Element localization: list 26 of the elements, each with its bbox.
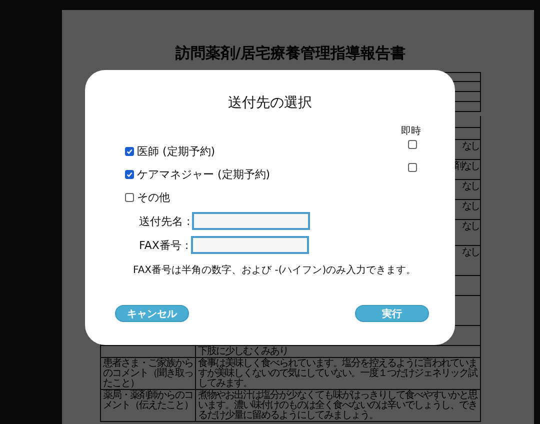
table-cell: なし bbox=[462, 181, 479, 192]
table-cell: 食事は美味しく食べられています。塩分を控えるように言われていますが美味しくないので気にしていない。一度１つだけジェネリック試してみます。 bbox=[198, 358, 477, 389]
checkbox-label[interactable]: 医師 (定期予約) bbox=[137, 144, 216, 159]
table-cell: なし bbox=[462, 221, 479, 232]
dialog-title: 送付先の選択 bbox=[227, 94, 313, 112]
field-label: FAX番号 : bbox=[139, 238, 189, 252]
checkbox-label[interactable]: その他 bbox=[137, 190, 170, 205]
table-cell: 薬局・薬剤師からのコメント（伝えたこと） bbox=[103, 390, 193, 411]
table-cell: なし bbox=[462, 141, 479, 152]
checkbox[interactable] bbox=[125, 170, 134, 179]
column-header: 即時 bbox=[401, 124, 421, 138]
input-field[interactable] bbox=[190, 236, 309, 254]
checkbox[interactable] bbox=[125, 147, 134, 156]
checkbox[interactable] bbox=[125, 193, 134, 202]
document-title: 訪問薬剤/居宅療養管理指導報告書 bbox=[174, 44, 407, 64]
input-field[interactable] bbox=[192, 212, 310, 230]
table-cell: 煮物やお出汁は塩分が少なくても味がはっきりして食べやすいかと思います。濃い味付けのものは全く食べないのは辛いでしょうし、できるだけ少量に留めるようにしてみましょう。 bbox=[198, 390, 477, 421]
table-cell: 患者さま・ご家族からのコメント（聞き取ったこと） bbox=[103, 358, 193, 389]
checkbox[interactable] bbox=[408, 163, 417, 172]
checkbox-label[interactable]: ケアマネジャー (定期予約) bbox=[137, 167, 270, 182]
hint-text: FAX番号は半角の数字、および -(ハイフン)のみ入力できます。 bbox=[133, 264, 418, 277]
checkbox[interactable] bbox=[408, 140, 417, 149]
table-cell: 下肢に少しむくみあり bbox=[198, 346, 288, 357]
table-cell: なし bbox=[462, 247, 479, 258]
field-label: 送付先名 : bbox=[139, 214, 190, 228]
table-cell: なし bbox=[462, 201, 479, 212]
